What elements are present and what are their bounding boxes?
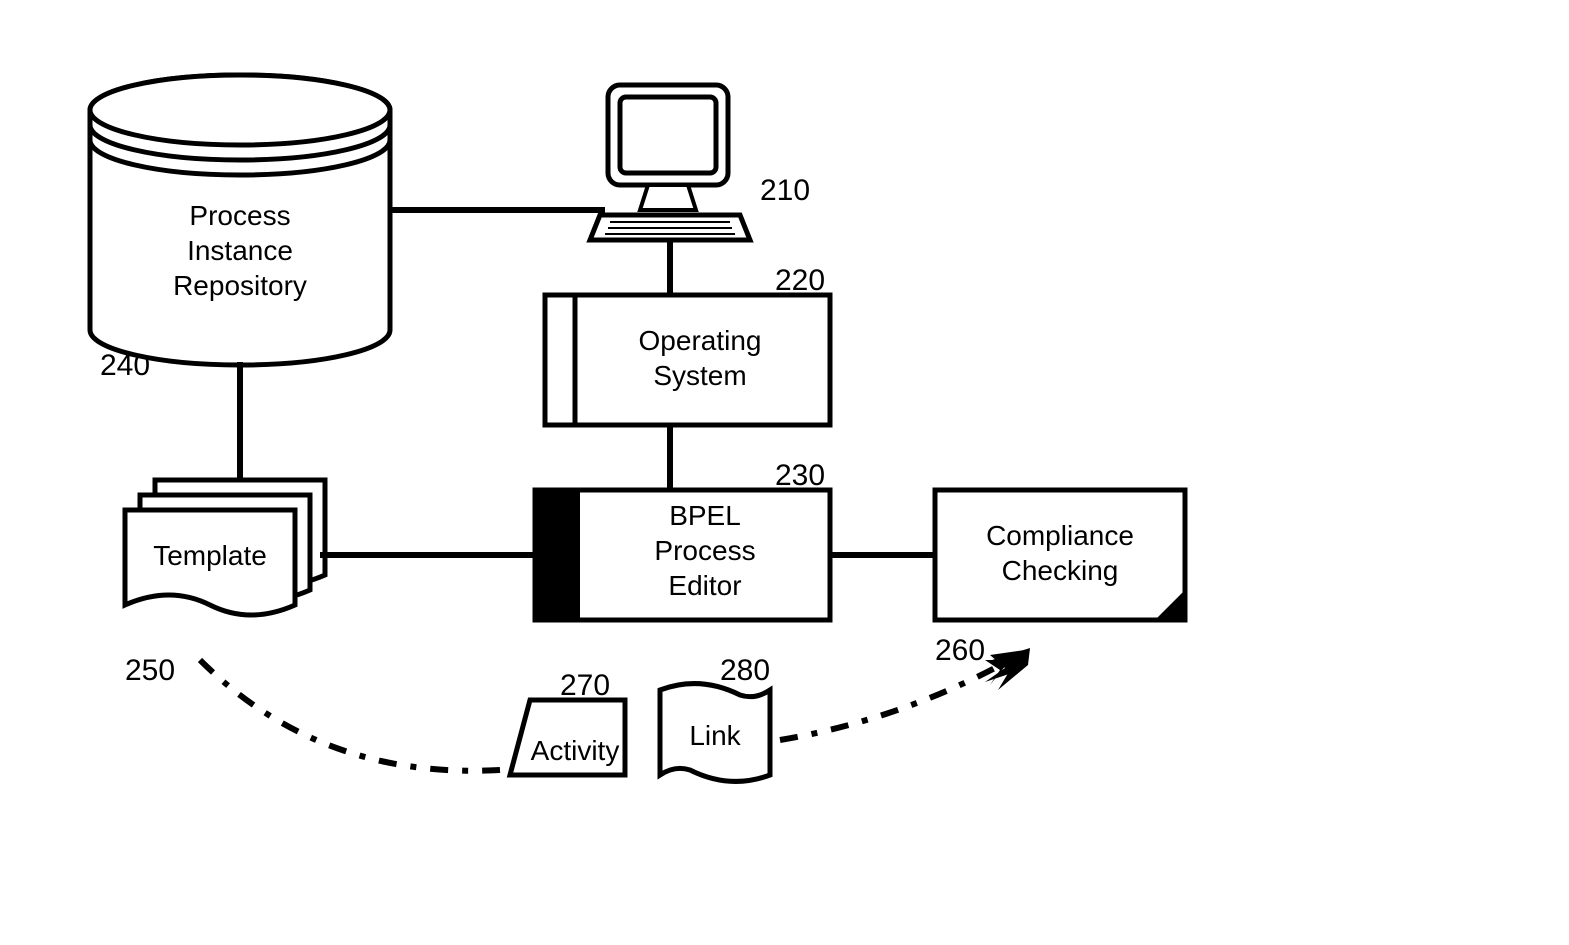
editor-ref: 230	[775, 459, 825, 492]
os-ref: 220	[775, 264, 825, 297]
repository-ref: 240	[100, 349, 150, 382]
link-node: Link	[660, 684, 770, 782]
template-node: Template	[125, 480, 325, 615]
activity-ref: 270	[560, 669, 610, 702]
editor-label-2: Process	[654, 535, 755, 566]
diagram-canvas: Process Instance Repository 240 210 Oper…	[0, 0, 1569, 945]
os-label-2: System	[653, 360, 746, 391]
repository-label-1: Process	[189, 200, 290, 231]
editor-label-1: BPEL	[669, 500, 741, 531]
template-label: Template	[153, 540, 267, 571]
repository-node: Process Instance Repository	[90, 75, 390, 365]
repository-label-2: Instance	[187, 235, 293, 266]
computer-node	[590, 85, 750, 240]
activity-node: Activity	[510, 700, 625, 775]
compliance-node: Compliance Checking	[935, 490, 1185, 620]
link-label: Link	[689, 720, 741, 751]
compliance-ref: 260	[935, 634, 985, 667]
os-node: Operating System	[545, 295, 830, 425]
activity-label: Activity	[531, 735, 620, 766]
repository-label-3: Repository	[173, 270, 307, 301]
link-ref: 280	[720, 654, 770, 687]
compliance-label-2: Checking	[1002, 555, 1119, 586]
compliance-label-1: Compliance	[986, 520, 1134, 551]
computer-ref: 210	[760, 174, 810, 207]
template-ref: 250	[125, 654, 175, 687]
editor-node: BPEL Process Editor	[535, 490, 830, 620]
os-label-1: Operating	[639, 325, 762, 356]
editor-label-3: Editor	[668, 570, 741, 601]
